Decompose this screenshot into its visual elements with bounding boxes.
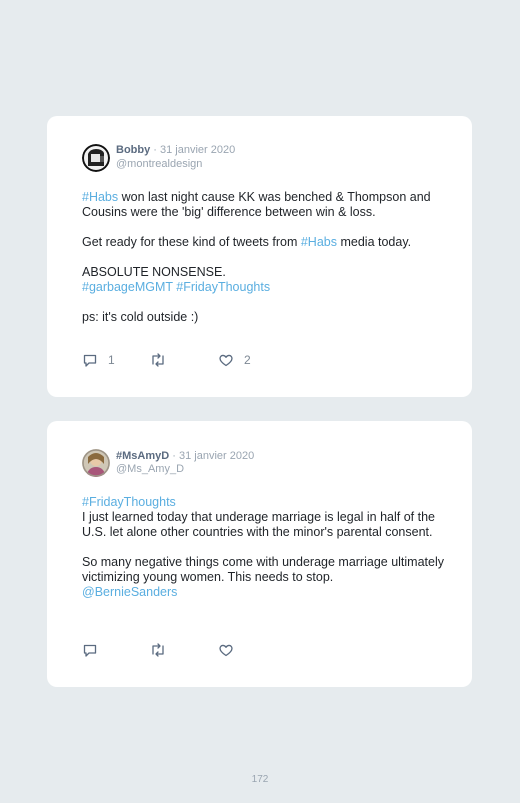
retweet-icon [149, 642, 167, 658]
hashtag-link[interactable]: #Habs [301, 235, 337, 249]
retweet-button[interactable] [149, 642, 167, 658]
tweet-paragraph: Get ready for these kind of tweets from [82, 235, 301, 249]
author-line: #MsAmyD · 31 janvier 2020 [116, 450, 254, 463]
page-number: 172 [251, 774, 269, 785]
reply-button[interactable]: 1 [82, 352, 115, 368]
mention-link[interactable]: @BernieSanders [82, 585, 452, 600]
tweet-card: Bobby · 31 janvier 2020 @montrealdesign … [47, 116, 472, 397]
avatar[interactable] [82, 449, 110, 477]
tweet-date[interactable]: · 31 janvier 2020 [172, 450, 254, 462]
hashtag-link[interactable]: #garbageMGMT [82, 280, 173, 294]
tweet-actions: 1 2 [82, 352, 382, 368]
author-handle[interactable]: @Ms_Amy_D [116, 463, 184, 476]
author-name[interactable]: Bobby [116, 144, 150, 156]
author-handle[interactable]: @montrealdesign [116, 158, 202, 171]
reply-icon [82, 352, 98, 368]
tweet-paragraph: ABSOLUTE NONSENSE. [82, 265, 226, 279]
like-icon [218, 642, 234, 658]
author-name[interactable]: #MsAmyD [116, 450, 169, 462]
tweet-paragraph: ps: it's cold outside :) [82, 310, 199, 324]
reply-icon [82, 642, 98, 658]
tweet-paragraph: So many negative things come with undera… [82, 555, 444, 584]
tweet-paragraph: won last night cause KK was benched & Th… [82, 190, 431, 219]
tweet-card: #MsAmyD · 31 janvier 2020 @Ms_Amy_D #Fri… [47, 421, 472, 687]
like-icon [218, 352, 234, 368]
like-button[interactable]: 2 [218, 352, 251, 368]
hashtag-link[interactable]: #FridayThoughts [176, 280, 270, 294]
tweet-text: #Habs won last night cause KK was benche… [82, 190, 452, 325]
like-button[interactable] [218, 642, 234, 658]
hashtag-link[interactable]: #Habs [82, 190, 118, 204]
author-line: Bobby · 31 janvier 2020 [116, 144, 235, 157]
hashtag-link[interactable]: #FridayThoughts [82, 495, 452, 510]
reply-button[interactable] [82, 642, 98, 658]
tweet-paragraph: I just learned today that underage marri… [82, 510, 435, 539]
tweet-actions [82, 642, 382, 658]
tweet-paragraph-end: media today. [337, 235, 412, 249]
avatar[interactable] [82, 144, 110, 172]
tweet-date[interactable]: · 31 janvier 2020 [153, 144, 235, 156]
reply-count: 1 [108, 353, 115, 367]
retweet-icon [149, 352, 167, 368]
like-count: 2 [244, 353, 251, 367]
tweet-text: #FridayThoughts I just learned today tha… [82, 495, 452, 600]
retweet-button[interactable] [149, 352, 167, 368]
